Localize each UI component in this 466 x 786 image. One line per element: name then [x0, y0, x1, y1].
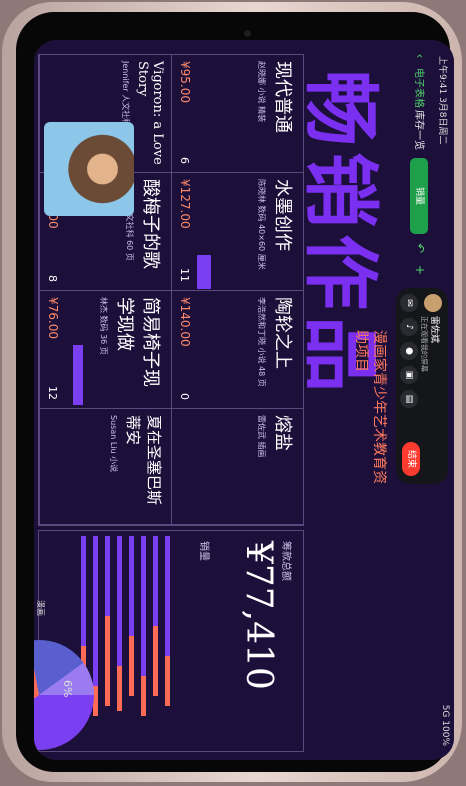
product-card[interactable]: 熔盐 雷佐武 插画 [171, 409, 303, 525]
message-icon[interactable]: ✉ [400, 294, 418, 312]
chart-bar [81, 536, 86, 646]
back-icon[interactable]: ‹ [412, 48, 428, 64]
app-title[interactable]: 电子表格 [413, 68, 428, 108]
chart-bar [165, 536, 170, 656]
product-card[interactable]: 简易椅子现学现做 林杰 数码 36 页 ¥76.00 12 [39, 291, 171, 409]
caller-name: 雷佐斌 [429, 316, 439, 344]
shareplay-icon[interactable]: ▤ [400, 390, 418, 408]
card-qty: 6 [178, 157, 191, 164]
product-card[interactable]: 陶轮之上 李浩然和丁晓 小说 48 页 ¥140.00 0 [171, 291, 303, 409]
chart-bar [129, 536, 134, 636]
stock-bar [73, 345, 83, 405]
card-meta: 赵晓娜 小说 精装 [257, 61, 266, 123]
card-qty: 8 [46, 275, 59, 282]
card-price: ¥127.00 [178, 179, 192, 229]
card-title: 熔盐 [272, 415, 293, 451]
screen: 上午9:41 3月8日周二 5G 100% ‹ 电子表格 库存一览 销量 ↶ +… [34, 40, 454, 760]
chart-bar [153, 536, 158, 626]
chart-bar [129, 636, 134, 696]
card-title: 陶轮之上 [272, 297, 293, 369]
card-meta: 雷佐武 插画 [257, 415, 266, 458]
card-meta: 陈晓林 数码 40×60 厘米 [257, 179, 266, 270]
card-qty: 11 [178, 268, 191, 282]
card-price: ¥76.00 [46, 297, 60, 339]
app-content: 上午9:41 3月8日周二 5G 100% ‹ 电子表格 库存一览 销量 ↶ +… [34, 40, 454, 760]
tab-sales[interactable]: 销量 [410, 158, 428, 234]
card-title: Vigoron: a Love Story [135, 61, 165, 165]
chart-bar [117, 536, 122, 666]
card-price: ¥140.00 [178, 297, 192, 347]
caller-avatar [424, 294, 442, 312]
status-time: 上午9:41 3月8日周二 [437, 56, 447, 145]
end-call-button[interactable]: 结束 [402, 442, 420, 476]
product-card[interactable]: 水墨创作 陈晓林 数码 40×60 厘米 ¥127.00 11 [171, 173, 303, 291]
chart-bar [141, 676, 146, 716]
legend-item: 漫画 [36, 600, 45, 616]
caller-status: 正在观看我的屏幕 [420, 316, 428, 372]
sales-label: 销量 [198, 541, 209, 561]
card-title: 酸梅子的歌 [140, 179, 161, 269]
total-label: 筹款总额 [280, 541, 291, 581]
chart-bar [105, 616, 110, 706]
card-meta: 林杰 数码 36 页 [99, 297, 108, 355]
page-subtitle: 漫画家青少年艺术教育资助项目 [353, 330, 387, 484]
stock-bar [197, 255, 211, 289]
chart-bar [141, 536, 146, 676]
filter-label[interactable]: 库存一览 [413, 110, 428, 150]
product-card[interactable]: 现代普通 赵晓娜 小说 精装 ¥95.00 6 [171, 55, 303, 173]
author-photo [44, 122, 134, 216]
card-meta: 李浩然和丁晓 小说 48 页 [257, 297, 266, 387]
chart-bar [117, 666, 122, 711]
card-title: 水墨创作 [272, 179, 293, 251]
front-camera [244, 30, 251, 37]
chart-bar [105, 536, 110, 616]
card-qty: 0 [178, 393, 191, 400]
card-price: ¥95.00 [178, 61, 192, 103]
camera-icon[interactable]: ▣ [400, 366, 418, 384]
undo-icon[interactable]: ↶ [412, 240, 428, 256]
add-icon[interactable]: + [412, 262, 428, 278]
card-title: 简易椅子现学现做 [114, 297, 161, 387]
status-battery: 5G 100% [440, 704, 450, 746]
card-title: 夏在圣塞巴斯蒂安 [124, 415, 163, 506]
pie-label: 6% [61, 680, 74, 698]
card-title: 现代普通 [272, 61, 293, 133]
mic-icon[interactable]: ● [400, 342, 418, 360]
card-qty: 12 [46, 386, 59, 400]
total-value: ¥77,410 [238, 541, 279, 690]
chart-bar [153, 626, 158, 696]
product-card[interactable]: 夏在圣塞巴斯蒂安 Susan Liu 小说 [39, 409, 171, 525]
chart-bar [93, 536, 98, 686]
card-meta: Susan Liu 小说 [109, 415, 118, 473]
facetime-panel: 雷佐斌 正在观看我的屏幕 ✉ ♪ ● ▣ ▤ 结束 [396, 288, 448, 484]
speaker-icon[interactable]: ♪ [400, 318, 418, 336]
chart-bar [165, 656, 170, 706]
